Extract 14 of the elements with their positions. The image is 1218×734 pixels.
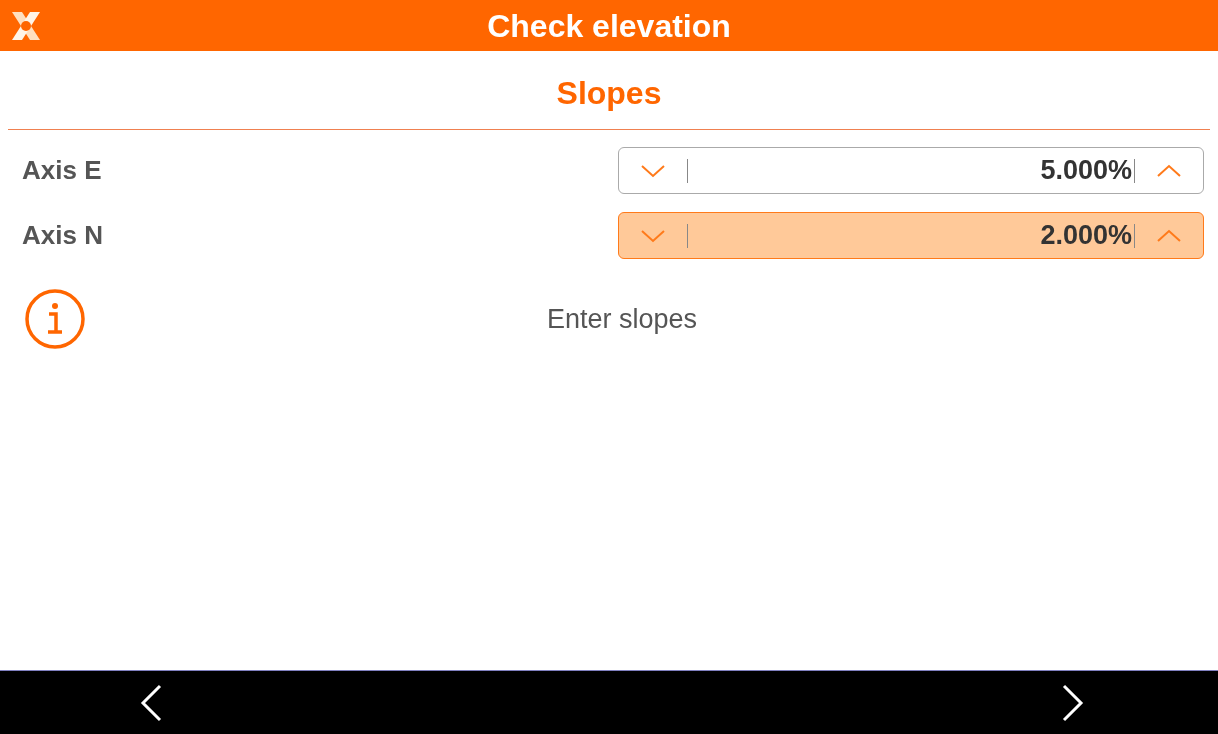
- section-title: Slopes: [555, 74, 663, 113]
- value-input[interactable]: 5.000%: [688, 150, 1134, 191]
- value-input[interactable]: 2.000%: [688, 215, 1134, 256]
- field-label: Axis E: [22, 154, 103, 187]
- stepper-control[interactable]: 2.000%: [618, 212, 1204, 259]
- info-icon: [24, 288, 86, 350]
- chevron-up-icon: [1156, 227, 1182, 244]
- field-label: Axis N: [22, 219, 104, 252]
- chevron-down-icon: [640, 227, 666, 244]
- status-message: Enter slopes: [545, 302, 699, 336]
- chevron-down-icon: [640, 162, 666, 179]
- stepper-control[interactable]: 5.000%: [618, 147, 1204, 194]
- chevron-up-icon: [1156, 162, 1182, 179]
- screen-title: Check elevation: [487, 6, 731, 46]
